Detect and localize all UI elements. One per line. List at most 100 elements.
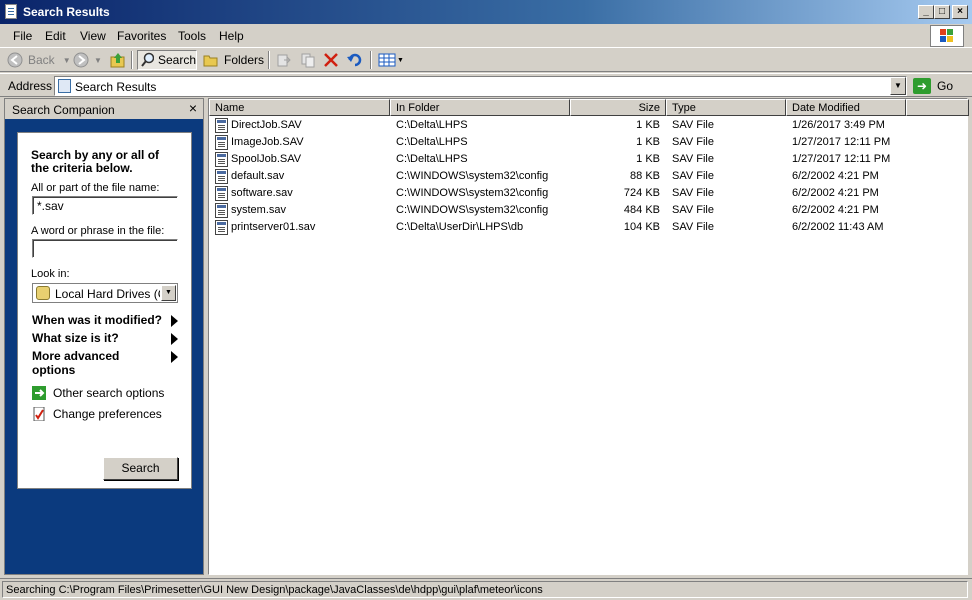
copy-to-button[interactable] bbox=[300, 50, 316, 70]
address-input[interactable]: Search Results bbox=[54, 76, 907, 96]
search-companion-panel: Search Companion × Search by any or all … bbox=[4, 98, 204, 575]
toolbar-separator bbox=[370, 51, 372, 69]
change-preferences-link[interactable]: Change preferences bbox=[32, 407, 162, 421]
move-to-button[interactable] bbox=[276, 50, 292, 70]
hard-drive-icon bbox=[36, 286, 50, 300]
column-header-type[interactable]: Type bbox=[666, 99, 786, 116]
forward-arrow-icon bbox=[73, 52, 89, 68]
sav-file-icon bbox=[215, 169, 228, 184]
file-date: 6/2/2002 11:43 AM bbox=[792, 221, 884, 233]
filename-field[interactable]: *.sav bbox=[32, 196, 178, 215]
file-date: 6/2/2002 4:21 PM bbox=[792, 187, 879, 199]
phrase-label: A word or phrase in the file: bbox=[31, 225, 165, 237]
expand-arrow-icon bbox=[171, 351, 178, 363]
search-button[interactable]: Search bbox=[137, 50, 197, 70]
status-bar: Searching C:\Program Files\Primesetter\G… bbox=[0, 578, 972, 600]
up-folder-button[interactable] bbox=[109, 50, 127, 70]
chevron-down-icon: ▼ bbox=[397, 56, 404, 64]
table-row[interactable]: default.sav C:\WINDOWS\system32\config 88 … bbox=[209, 168, 969, 185]
table-row[interactable]: software.sav C:\WINDOWS\system32\config 72… bbox=[209, 185, 969, 202]
move-to-icon bbox=[277, 54, 291, 67]
file-size: 104 KB bbox=[623, 221, 660, 233]
file-folder: C:\Delta\UserDir\LHPS\db bbox=[396, 221, 524, 233]
title-bar: Search Results _ □ × bbox=[0, 0, 972, 24]
file-type: SAV File bbox=[672, 221, 714, 233]
phrase-field[interactable] bbox=[32, 239, 178, 258]
what-size-option[interactable]: What size is it? bbox=[32, 331, 178, 345]
file-folder: C:\WINDOWS\system32\config bbox=[396, 170, 549, 182]
file-type: SAV File bbox=[672, 170, 714, 182]
menu-file[interactable]: File bbox=[13, 29, 32, 43]
look-in-label: Look in: bbox=[31, 268, 70, 280]
file-folder: C:\WINDOWS\system32\config bbox=[396, 187, 549, 199]
forward-button[interactable]: ▼ bbox=[72, 50, 102, 70]
file-size: 1 KB bbox=[636, 119, 660, 131]
menu-view[interactable]: View bbox=[80, 29, 106, 43]
sav-file-icon bbox=[215, 186, 228, 201]
sav-file-icon bbox=[215, 203, 228, 218]
close-button[interactable]: × bbox=[952, 5, 968, 19]
filename-label: All or part of the file name: bbox=[31, 182, 160, 194]
file-size: 724 KB bbox=[623, 187, 660, 199]
table-row[interactable]: system.sav C:\WINDOWS\system32\config 484 … bbox=[209, 202, 969, 219]
menu-tools[interactable]: Tools bbox=[178, 29, 206, 43]
menu-bar: File Edit View Favorites Tools Help bbox=[0, 24, 972, 48]
toolbar: Back ▼ ▼ Search Folders ▼ bbox=[0, 48, 972, 72]
delete-x-icon bbox=[324, 53, 338, 67]
green-arrow-icon bbox=[32, 386, 46, 400]
file-type: SAV File bbox=[672, 153, 714, 165]
go-button[interactable]: ➜ Go bbox=[913, 76, 968, 96]
table-row[interactable]: ImageJob.SAV C:\Delta\LHPS 1 KB SAV File 1/2… bbox=[209, 134, 969, 151]
table-row[interactable]: printserver01.sav C:\Delta\UserDir\LHPS\d… bbox=[209, 219, 969, 236]
file-size: 484 KB bbox=[623, 204, 660, 216]
file-size: 1 KB bbox=[636, 136, 660, 148]
address-dropdown-button[interactable]: ▼ bbox=[890, 77, 906, 95]
folder-icon bbox=[203, 55, 218, 67]
menu-help[interactable]: Help bbox=[219, 29, 244, 43]
column-header-size[interactable]: Size bbox=[570, 99, 666, 116]
undo-icon bbox=[347, 53, 362, 67]
file-size: 88 KB bbox=[630, 170, 660, 182]
windows-logo-icon bbox=[930, 25, 964, 47]
when-modified-option[interactable]: When was it modified? bbox=[32, 313, 178, 327]
file-folder: C:\Delta\LHPS bbox=[396, 119, 468, 131]
folder-up-icon bbox=[110, 53, 125, 68]
file-name: printserver01.sav bbox=[231, 221, 316, 233]
folders-button[interactable]: Folders bbox=[203, 50, 264, 70]
column-header-folder[interactable]: In Folder bbox=[390, 99, 570, 116]
undo-button[interactable] bbox=[346, 50, 364, 70]
close-icon[interactable]: × bbox=[189, 100, 197, 116]
file-name: software.sav bbox=[231, 187, 293, 199]
table-row[interactable]: SpoolJob.SAV C:\Delta\LHPS 1 KB SAV File 1/2… bbox=[209, 151, 969, 168]
advanced-options[interactable]: More advanced options bbox=[32, 349, 178, 377]
file-date: 1/26/2017 3:49 PM bbox=[792, 119, 885, 131]
views-grid-icon bbox=[378, 53, 396, 67]
views-button[interactable]: ▼ bbox=[378, 50, 404, 70]
toolbar-separator bbox=[268, 51, 270, 69]
file-name: DirectJob.SAV bbox=[231, 119, 302, 131]
sav-file-icon bbox=[215, 152, 228, 167]
column-header-date[interactable]: Date Modified bbox=[786, 99, 906, 116]
file-folder: C:\WINDOWS\system32\config bbox=[396, 204, 549, 216]
go-arrow-icon: ➜ bbox=[913, 78, 931, 94]
search-submit-button[interactable]: Search bbox=[103, 457, 178, 480]
minimize-button[interactable]: _ bbox=[918, 5, 934, 19]
other-search-options-link[interactable]: Other search options bbox=[32, 386, 164, 400]
expand-arrow-icon bbox=[171, 315, 178, 327]
table-row[interactable]: DirectJob.SAV C:\Delta\LHPS 1 KB SAV File 1/… bbox=[209, 117, 969, 134]
status-text: Searching C:\Program Files\Primesetter\G… bbox=[2, 581, 968, 598]
look-in-select[interactable]: Local Hard Drives (C:; ▼ bbox=[32, 283, 178, 303]
back-button[interactable]: Back ▼ bbox=[6, 50, 71, 70]
search-results-icon bbox=[58, 79, 71, 93]
address-label: Address bbox=[8, 79, 53, 93]
maximize-button[interactable]: □ bbox=[934, 5, 950, 19]
chevron-down-icon[interactable]: ▼ bbox=[161, 285, 176, 301]
menu-favorites[interactable]: Favorites bbox=[117, 29, 166, 43]
window-title: Search Results bbox=[23, 5, 110, 19]
file-name: system.sav bbox=[231, 204, 287, 216]
column-header-name[interactable]: Name bbox=[209, 99, 390, 116]
file-name: default.sav bbox=[231, 170, 285, 182]
sav-file-icon bbox=[215, 220, 228, 235]
delete-button[interactable] bbox=[323, 50, 339, 70]
menu-edit[interactable]: Edit bbox=[45, 29, 66, 43]
